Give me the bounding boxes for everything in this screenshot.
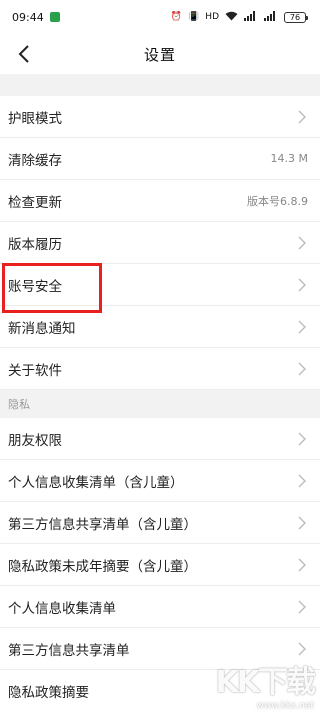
section-label: 隐私 — [8, 398, 30, 411]
setting-row-clear-cache[interactable]: 清除缓存 14.3 M — [0, 138, 320, 180]
battery-icon: 76 — [284, 11, 308, 23]
setting-label: 隐私政策未成年摘要（含儿童） — [8, 558, 197, 575]
setting-label: 账号安全 — [8, 278, 62, 295]
setting-label: 清除缓存 — [8, 152, 62, 169]
version-value: 版本号6.8.9 — [247, 194, 308, 208]
setting-label: 护眼模式 — [8, 110, 62, 127]
privacy-section-header: 隐私 — [0, 390, 320, 418]
back-button[interactable] — [10, 40, 38, 68]
chevron-right-icon — [296, 515, 308, 531]
alarm-icon: ⏰ — [170, 12, 183, 22]
setting-label: 第三方信息共享清单（含儿童） — [8, 516, 197, 533]
page-title: 设置 — [143, 45, 176, 64]
setting-label: 隐私政策摘要 — [8, 685, 89, 701]
signal-icon-2 — [264, 10, 278, 24]
cache-size-value: 14.3 M — [270, 152, 308, 165]
setting-row-account-security[interactable]: 账号安全 — [0, 264, 320, 306]
setting-label: 检查更新 — [8, 194, 62, 211]
privacy-row-policy-summary[interactable]: 隐私政策摘要 — [0, 670, 320, 712]
setting-label: 朋友权限 — [8, 432, 62, 449]
setting-row-eye-protection[interactable]: 护眼模式 — [0, 96, 320, 138]
privacy-row-friend-permissions[interactable]: 朋友权限 — [0, 418, 320, 460]
privacy-row-personal-info-children[interactable]: 个人信息收集清单（含儿童） — [0, 460, 320, 502]
chevron-right-icon — [296, 599, 308, 615]
chevron-right-icon — [296, 109, 308, 125]
chevron-right-icon — [296, 235, 308, 251]
signal-icon-1 — [244, 10, 258, 24]
setting-label: 新消息通知 — [8, 320, 76, 337]
status-time: 09:44 — [12, 10, 44, 24]
chevron-right-icon — [296, 473, 308, 489]
status-bar: 09:44 ⏰ 📳 HD 76 — [0, 0, 320, 34]
section-divider — [0, 74, 320, 96]
chevron-right-icon — [296, 361, 308, 377]
app-notification-icon — [49, 12, 60, 22]
privacy-row-third-party[interactable]: 第三方信息共享清单 — [0, 628, 320, 670]
status-icons: ⏰ 📳 HD 76 — [170, 10, 308, 24]
nav-bar: 设置 — [0, 34, 320, 74]
privacy-row-personal-info[interactable]: 个人信息收集清单 — [0, 586, 320, 628]
chevron-right-icon — [296, 641, 308, 657]
privacy-row-third-party-children[interactable]: 第三方信息共享清单（含儿童） — [0, 502, 320, 544]
chevron-right-icon — [296, 277, 308, 293]
setting-row-about[interactable]: 关于软件 — [0, 348, 320, 390]
setting-label: 个人信息收集清单（含儿童） — [8, 474, 184, 491]
setting-row-version-history[interactable]: 版本履历 — [0, 222, 320, 264]
chevron-left-icon — [18, 45, 29, 63]
setting-label: 关于软件 — [8, 362, 62, 379]
setting-row-check-update[interactable]: 检查更新 版本号6.8.9 — [0, 180, 320, 222]
chevron-right-icon — [296, 319, 308, 335]
chevron-right-icon — [296, 431, 308, 447]
setting-label: 版本履历 — [8, 236, 62, 253]
privacy-row-minor-summary[interactable]: 隐私政策未成年摘要（含儿童） — [0, 544, 320, 586]
setting-row-notifications[interactable]: 新消息通知 — [0, 306, 320, 348]
hd-icon: HD — [205, 12, 219, 22]
chevron-right-icon — [296, 557, 308, 573]
vibrate-icon: 📳 — [188, 12, 200, 22]
setting-label: 第三方信息共享清单 — [8, 642, 130, 659]
wifi-icon — [225, 11, 238, 24]
setting-label: 个人信息收集清单 — [8, 600, 116, 617]
